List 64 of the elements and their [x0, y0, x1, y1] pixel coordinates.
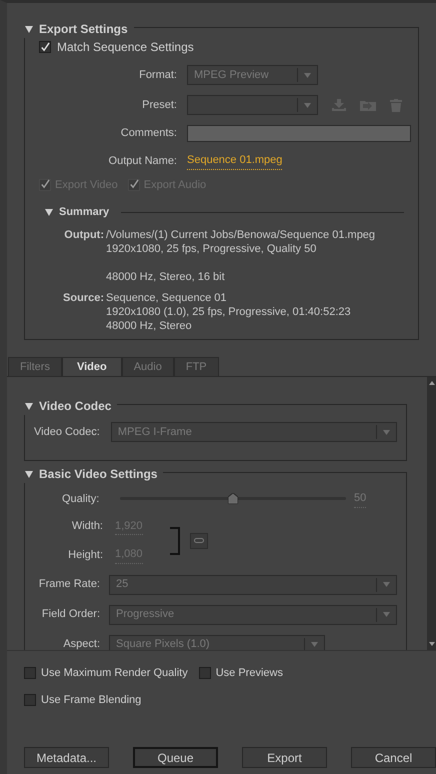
tab[interactable]: Filters — [8, 357, 62, 376]
field-label: Format: — [138, 68, 177, 83]
field-label: Height: — [67, 548, 104, 562]
summary-text: Sequence, Sequence 01 — [106, 290, 228, 304]
scroll-up-icon[interactable] — [428, 381, 434, 385]
checkbox-label: Use Maximum Render Quality — [41, 666, 188, 681]
section-title: Export Settings — [39, 21, 128, 38]
field-label: Video Codec: — [34, 424, 100, 440]
dropdown[interactable]: Square Pixels (1.0) — [109, 634, 325, 650]
trash-icon[interactable] — [390, 98, 402, 112]
field-label: Output Name: — [108, 154, 177, 168]
link-dimensions-button[interactable] — [190, 532, 208, 548]
summary-label: Source: — [63, 290, 105, 306]
summary-text: 1920x1080, 25 fps, Progressive, Quality 50 — [106, 242, 318, 256]
section-title: Video Codec — [39, 398, 112, 415]
dropdown-arrow-icon — [304, 72, 311, 78]
dropdown-arrow-icon — [383, 582, 390, 587]
checkbox[interactable] — [39, 41, 51, 53]
bracket-icon — [170, 526, 180, 554]
checkbox-label: Use Frame Blending — [41, 692, 142, 708]
summary-label: Output: — [63, 228, 105, 242]
field-label: Quality: — [62, 492, 100, 506]
field-label: Aspect: — [62, 637, 101, 650]
dropdown[interactable]: Progressive — [109, 604, 397, 624]
summary-text: 48000 Hz, Stereo, 16 bit — [106, 270, 226, 284]
disclosure-triangle-icon[interactable] — [45, 208, 53, 216]
field-label: Preset: — [141, 98, 177, 113]
summary-text: /Volumes/(1) Current Jobs/Benowa/Sequence 01.mpeg — [106, 228, 376, 242]
button[interactable]: Cancel — [351, 747, 436, 768]
scrollbar[interactable] — [427, 377, 436, 650]
tab[interactable]: Video — [62, 357, 122, 376]
chain-link-icon — [194, 538, 204, 543]
field-label: Field Order: — [40, 607, 101, 622]
comments-field[interactable] — [187, 125, 411, 142]
quality-slider[interactable] — [120, 493, 346, 504]
disclosure-triangle-icon[interactable] — [25, 26, 33, 32]
summary-title: Summary — [59, 205, 110, 220]
disclosure-triangle-icon[interactable] — [25, 470, 33, 478]
button[interactable]: Metadata... — [24, 747, 109, 768]
button[interactable]: Queue — [132, 747, 218, 768]
output-name-link[interactable]: Sequence 01.mpeg — [187, 152, 282, 170]
tab[interactable]: Audio — [122, 357, 174, 376]
section-title: Basic Video Settings — [39, 466, 158, 483]
field-label: Frame Rate: — [38, 577, 101, 592]
checkbox[interactable] — [24, 694, 36, 706]
checkbox-label: Use Previews — [216, 666, 283, 681]
summary-text: 48000 Hz, Stereo — [106, 318, 193, 332]
button[interactable]: Export — [242, 747, 328, 768]
tab[interactable]: FTP — [174, 357, 219, 376]
checkbox-label: Match Sequence Settings — [57, 39, 194, 56]
slider-thumb[interactable] — [228, 493, 238, 504]
dropdown-arrow-icon — [383, 430, 390, 434]
dropdown-arrow-icon — [311, 642, 318, 647]
dropdown-arrow-icon — [304, 102, 311, 108]
folder-icon[interactable] — [360, 99, 376, 111]
dropdown-arrow-icon — [383, 612, 390, 617]
field-label: Width: — [70, 519, 104, 534]
scroll-down-icon[interactable] — [428, 642, 434, 646]
dropdown[interactable]: 25 — [109, 574, 397, 594]
checkbox[interactable] — [198, 667, 211, 680]
import-icon[interactable] — [332, 99, 346, 111]
field-label: Comments: — [120, 126, 177, 142]
summary-text: 1920x1080 (1.0), 25 fps, Progressive, 01:40:52:23 — [106, 304, 351, 318]
checkbox[interactable] — [24, 667, 36, 680]
